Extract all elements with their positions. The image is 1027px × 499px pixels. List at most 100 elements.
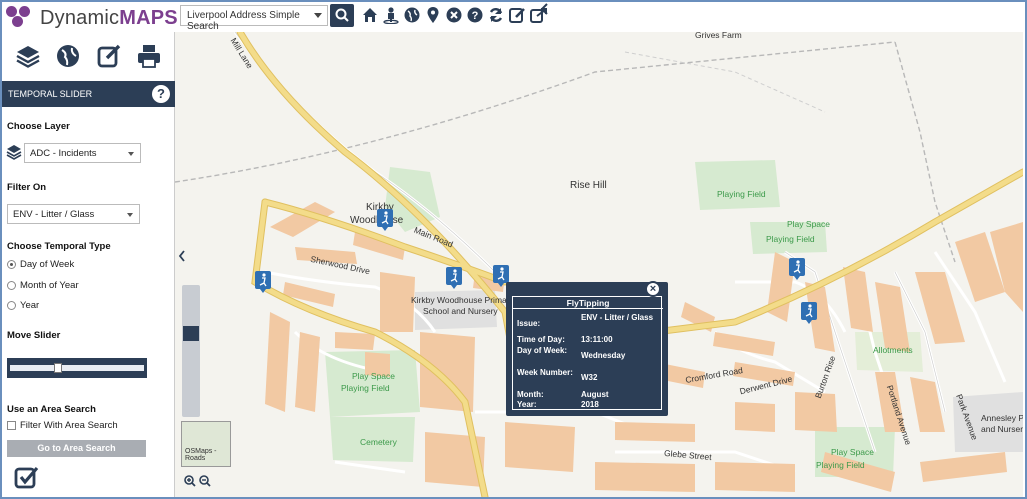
collapse-sidebar-chevron-icon[interactable] xyxy=(178,250,186,262)
map-label: and Nursery xyxy=(981,424,1023,434)
panel-title: TEMPORAL SLIDER xyxy=(8,89,93,99)
radio-button-selected[interactable] xyxy=(7,260,16,269)
map-canvas[interactable]: Grives Farm Mill Lane Rise Hill Kirkby W… xyxy=(175,32,1023,497)
map-graphics xyxy=(175,32,1023,497)
choose-layer-label: Choose Layer xyxy=(7,121,70,132)
popup-title: FlyTipping xyxy=(513,297,663,309)
map-label: Annesley Pr xyxy=(981,413,1023,423)
popup-value: ENV - Litter / Glass xyxy=(581,313,654,322)
map-label: Grives Farm xyxy=(695,32,742,40)
map-label: Playing Field xyxy=(341,383,390,393)
incident-marker-icon[interactable] xyxy=(801,302,817,324)
feature-popup: FlyTipping Issue: ENV - Litter / Glass T… xyxy=(506,282,668,416)
zoom-in-icon[interactable] xyxy=(184,475,196,487)
radio-label: Day of Week xyxy=(20,259,75,270)
filter-area-checkbox[interactable] xyxy=(7,421,16,430)
incident-marker-icon[interactable] xyxy=(446,267,462,289)
help-circle-icon[interactable]: ? xyxy=(466,6,484,24)
map-label: Play Space xyxy=(787,219,830,229)
go-to-area-search-button[interactable]: Go to Area Search xyxy=(7,440,146,457)
incident-marker-icon[interactable] xyxy=(377,209,393,231)
radio-year[interactable]: Year xyxy=(7,300,39,311)
zoom-out-icon[interactable] xyxy=(199,475,211,487)
radio-day-of-week[interactable]: Day of Week xyxy=(7,259,74,270)
radio-label: Year xyxy=(20,300,40,311)
panel-title-bar: TEMPORAL SLIDER ? xyxy=(2,81,175,107)
globe-icon[interactable] xyxy=(55,43,81,69)
green-area xyxy=(695,160,780,210)
map-label: Kirkby Woodhouse Primar xyxy=(411,295,510,305)
popup-value: W32 xyxy=(581,373,598,382)
map-label: Playing Field xyxy=(816,460,865,470)
radio-button[interactable] xyxy=(7,281,16,290)
radio-month-of-year[interactable]: Month of Year xyxy=(7,280,79,291)
popup-value: August xyxy=(581,390,609,399)
logo[interactable]: DynamicMAPS xyxy=(6,5,178,31)
print-icon[interactable] xyxy=(136,43,162,69)
popup-key: Day of Week: xyxy=(517,346,568,355)
layer-select[interactable]: ADC - Incidents xyxy=(24,143,141,163)
help-button[interactable]: ? xyxy=(152,85,170,103)
popup-table: FlyTipping Issue: ENV - Litter / Glass T… xyxy=(512,296,663,410)
checkbox-check-icon[interactable] xyxy=(14,464,40,490)
map-pin-icon[interactable] xyxy=(424,6,442,24)
svg-text:?: ? xyxy=(472,10,479,22)
map-label: Play Space xyxy=(352,371,395,381)
area-search-label: Use an Area Search xyxy=(7,404,96,415)
popup-row: Year: 2018 xyxy=(517,400,659,409)
search-icon xyxy=(335,8,349,22)
sidebar-tools xyxy=(2,32,175,80)
radio-button[interactable] xyxy=(7,301,16,310)
filter-select-value: ENV - Litter / Glass xyxy=(13,209,95,220)
temporal-slider[interactable] xyxy=(7,358,147,378)
popup-row: Time of Day: 13:11:00 xyxy=(517,335,659,344)
chevron-down-icon xyxy=(128,152,134,156)
edit-icon[interactable] xyxy=(508,6,526,24)
map-label: Cemetery xyxy=(360,437,397,447)
popup-row: Month: August xyxy=(517,390,659,399)
incident-marker-icon[interactable] xyxy=(789,258,805,280)
basemap-label: OSMaps - Roads xyxy=(185,448,217,462)
popup-row: Week Number: W32 xyxy=(517,368,659,382)
sidebar: TEMPORAL SLIDER ? Choose Layer ADC - Inc… xyxy=(2,32,175,497)
popup-key: Week Number: xyxy=(517,368,573,377)
collapse-toolbar-chevron-icon[interactable] xyxy=(540,3,550,15)
basemap-switcher[interactable]: OSMaps - Roads xyxy=(181,421,231,467)
popup-key: Year: xyxy=(517,400,537,409)
layers-icon xyxy=(6,144,22,160)
popup-row: Day of Week: Wednesday xyxy=(517,346,659,360)
zoom-slider-handle[interactable] xyxy=(183,325,199,341)
popup-value: Wednesday xyxy=(581,351,626,360)
filter-area-checkbox-row[interactable]: Filter With Area Search xyxy=(7,420,118,431)
refresh-icon[interactable] xyxy=(487,6,505,24)
popup-row: Issue: ENV - Litter / Glass xyxy=(517,313,659,328)
logo-text: DynamicMAPS xyxy=(40,6,178,29)
popup-close-button[interactable]: × xyxy=(645,281,661,297)
map-label: Rise Hill xyxy=(570,180,607,191)
globe-icon[interactable] xyxy=(403,6,421,24)
slider-rail xyxy=(10,365,144,371)
zoom-buttons xyxy=(184,475,211,487)
close-circle-icon[interactable] xyxy=(445,6,463,24)
filter-select[interactable]: ENV - Litter / Glass xyxy=(7,204,140,224)
popup-key: Month: xyxy=(517,390,544,399)
layers-icon[interactable] xyxy=(15,43,41,69)
map-label: Playing Field xyxy=(717,189,766,199)
temporal-type-label: Choose Temporal Type xyxy=(7,241,111,252)
checkbox-label: Filter With Area Search xyxy=(20,420,118,431)
layer-select-value: ADC - Incidents xyxy=(30,148,97,159)
edit-icon[interactable] xyxy=(96,43,122,69)
slider-handle[interactable] xyxy=(54,363,63,373)
map-label: Allotments xyxy=(873,345,913,355)
incident-marker-icon[interactable] xyxy=(255,271,271,293)
person-icon[interactable] xyxy=(382,6,400,24)
search-type-select[interactable]: Liverpool Address Simple Search xyxy=(180,5,328,32)
home-icon[interactable] xyxy=(361,6,379,24)
zoom-slider[interactable] xyxy=(182,285,200,417)
chevron-down-icon xyxy=(314,13,322,18)
radio-label: Month of Year xyxy=(20,280,79,291)
map-label: Play Space xyxy=(831,447,874,457)
move-slider-label: Move Slider xyxy=(7,330,61,341)
search-button[interactable] xyxy=(330,4,354,27)
map-label: Playing Field xyxy=(766,234,815,244)
